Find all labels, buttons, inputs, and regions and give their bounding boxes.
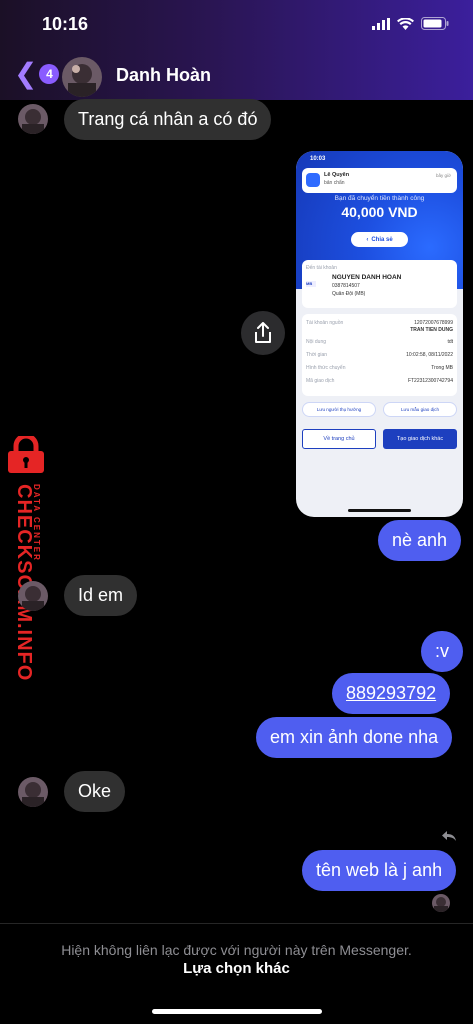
- recipient-name: NGUYEN DANH HOAN: [332, 274, 402, 281]
- chevron-left-icon: ❮: [14, 58, 38, 89]
- message-outgoing[interactable]: em xin ảnh done nha: [256, 717, 453, 758]
- share-icon: [255, 322, 271, 343]
- message-outgoing[interactable]: nè anh: [378, 520, 462, 561]
- new-transaction-button: Tạo giao dịch khác: [383, 429, 457, 449]
- detail-label: Thời gian: [306, 352, 328, 358]
- notification-toast: Lê Quyên bản chẩn bây giờ: [302, 168, 457, 193]
- message-incoming[interactable]: Trang cá nhân a có đó: [64, 99, 272, 140]
- detail-value: 12072007678999: [414, 320, 453, 326]
- success-text: Bạn đã chuyển tiền thành công: [334, 195, 425, 202]
- detail-label: Mã giao dịch: [306, 378, 335, 384]
- recipient-account: 0387814507: [332, 283, 360, 289]
- toast-sub: bản chẩn: [324, 180, 345, 186]
- to-account-label: Đến tài khoản: [306, 265, 337, 271]
- unread-badge: 4: [39, 64, 60, 84]
- contact-avatar-small[interactable]: [18, 581, 48, 611]
- detail-value: TRAN TIEN DUNG: [410, 327, 453, 333]
- receipt-home-indicator: [348, 509, 411, 512]
- share-button[interactable]: [241, 311, 285, 355]
- lock-icon: [8, 436, 44, 473]
- detail-value: FT22312300742794: [407, 378, 453, 384]
- back-button[interactable]: ❮ 4: [14, 58, 60, 89]
- detail-label: Nội dung: [306, 339, 327, 345]
- message-outgoing[interactable]: :v: [421, 631, 464, 672]
- watermark-subtext: DATA CENTER: [32, 484, 41, 562]
- contact-name[interactable]: Danh Hoàn: [116, 65, 211, 86]
- share-icon: ‹: [366, 236, 369, 243]
- receipt-image[interactable]: 10:03 Lê Quyên bản chẩn bây giờ Bạn đã c…: [296, 151, 463, 517]
- toast-name: Lê Quyên: [324, 172, 350, 178]
- receipt-share-button: ‹ Chia sẻ: [351, 232, 408, 247]
- contact-avatar-small[interactable]: [18, 104, 48, 134]
- battery-icon: [421, 17, 449, 30]
- detail-label: Tài khoản nguồn: [306, 320, 344, 326]
- detail-value: Trong MB: [431, 365, 453, 371]
- message-incoming[interactable]: Oke: [64, 771, 126, 812]
- bank-logo: MB: [306, 281, 316, 287]
- message-outgoing-link[interactable]: 889293792: [332, 673, 451, 714]
- reply-icon[interactable]: [441, 830, 457, 842]
- seen-avatar: [432, 894, 450, 912]
- toast-time: bây giờ: [436, 173, 451, 178]
- unavailable-notice: Hiện không liên lạc được với người này t…: [61, 942, 412, 958]
- message-outgoing[interactable]: tên web là j anh: [302, 850, 457, 891]
- footer-divider: [0, 923, 473, 924]
- home-indicator[interactable]: [152, 1009, 322, 1014]
- detail-label: Hình thức chuyển: [306, 365, 346, 371]
- save-template-button: Lưu mẫu giao dịch: [383, 402, 457, 417]
- save-beneficiary-button: Lưu người thụ hưởng: [302, 402, 376, 417]
- messenger-icon: [306, 173, 320, 187]
- detail-value: tdt: [447, 339, 453, 345]
- contact-avatar[interactable]: [62, 57, 102, 97]
- details-card: Tài khoản nguồn 12072007678999 TRAN TIEN…: [302, 314, 457, 396]
- share-label: Chia sẻ: [371, 236, 393, 243]
- receipt-time: 10:03: [310, 156, 326, 162]
- home-button: Về trang chủ: [302, 429, 376, 449]
- contact-avatar-small[interactable]: [18, 777, 48, 807]
- other-options-button[interactable]: Lựa chọn khác: [0, 960, 473, 977]
- status-time: 10:16: [42, 14, 89, 34]
- wifi-icon: [397, 17, 414, 30]
- recipient-bank: Quân Đội (MB): [332, 291, 366, 297]
- detail-value: 10:02:58, 08/11/2022: [406, 352, 453, 358]
- watermark: CHECKSCAM.INFO DATA CENTER: [2, 436, 52, 681]
- amount: 40,000 VND: [341, 204, 418, 220]
- status-bar: 10:16: [0, 0, 473, 50]
- signal-icon: [372, 17, 390, 30]
- message-incoming[interactable]: Id em: [64, 575, 138, 616]
- recipient-card: Đến tài khoản MB NGUYEN DANH HOAN 038781…: [302, 260, 457, 308]
